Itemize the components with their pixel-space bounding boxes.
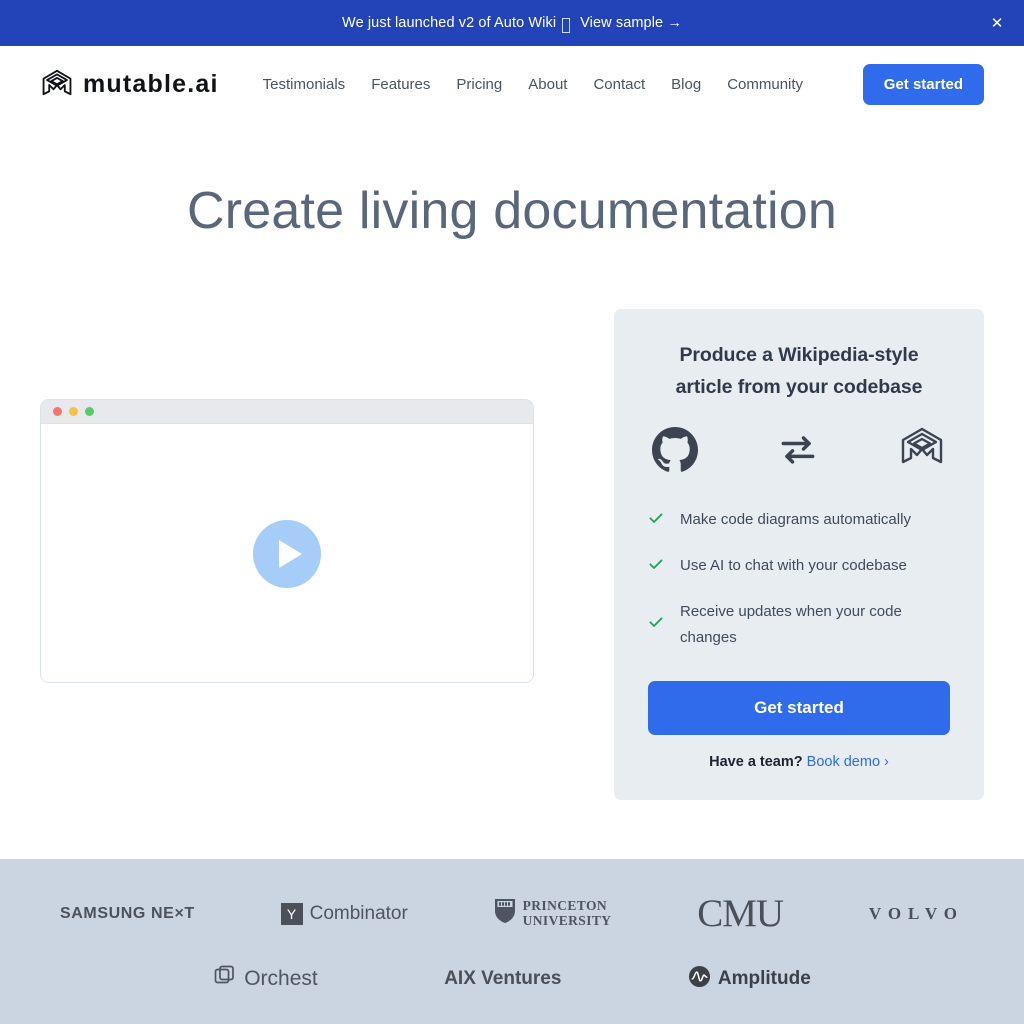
- card-title: Produce a Wikipedia-style article from y…: [648, 339, 950, 403]
- announcement-content: We just launched v2 of Auto Wiki View sa…: [342, 15, 682, 33]
- feature-label: Make code diagrams automatically: [680, 511, 911, 529]
- volvo-label: VOLVO: [868, 903, 964, 923]
- y-combinator-badge-icon: Y: [280, 902, 303, 925]
- list-item: Make code diagrams automatically: [648, 507, 950, 533]
- aix-ventures-label: AIX Ventures: [444, 967, 562, 989]
- brand-name: mutable.ai: [83, 70, 219, 98]
- traffic-light-red-icon: [53, 407, 62, 416]
- mock-browser-titlebar: [41, 400, 533, 424]
- nav-item-contact[interactable]: Contact: [593, 76, 645, 93]
- main-navigation: mutable.ai Testimonials Features Pricing…: [0, 46, 1024, 123]
- brand-logo[interactable]: mutable.ai: [40, 68, 219, 102]
- page-title: Create living documentation: [187, 182, 837, 240]
- logo-cmu: CMU: [697, 891, 784, 936]
- y-combinator-label: Combinator: [309, 902, 408, 924]
- integration-icons: [648, 425, 950, 473]
- nav-item-blog[interactable]: Blog: [671, 76, 701, 93]
- logo-princeton-university: PRINCETON UNIVERSITY: [494, 898, 612, 929]
- card-get-started-button[interactable]: Get started: [648, 680, 950, 735]
- hero-section: Produce a Wikipedia-style article from y…: [0, 309, 1024, 800]
- check-icon: [648, 556, 664, 577]
- logo-volvo: VOLVO: [869, 904, 964, 924]
- have-a-team-label: Have a team?: [709, 753, 803, 770]
- nav-item-pricing[interactable]: Pricing: [456, 76, 502, 93]
- cmu-label: CMU: [697, 892, 784, 935]
- signup-card: Produce a Wikipedia-style article from y…: [614, 309, 984, 800]
- nav-links: Testimonials Features Pricing About Cont…: [263, 76, 803, 93]
- feature-label: Receive updates when your code changes: [680, 602, 902, 646]
- video-column: [40, 309, 534, 683]
- samsung-next-label: SAMSUNG NE×T: [60, 904, 195, 922]
- nav-item-features[interactable]: Features: [371, 76, 430, 93]
- partner-logo-row-2: Orchest AIX Ventures Amplitude: [60, 964, 964, 993]
- nav-item-community[interactable]: Community: [727, 76, 803, 93]
- bidirectional-arrows-icon: [776, 427, 820, 471]
- feature-label: Use AI to chat with your codebase: [680, 557, 907, 575]
- close-icon[interactable]: ✕: [984, 10, 1010, 36]
- play-triangle-icon: [278, 539, 302, 568]
- orchest-label: Orchest: [244, 966, 318, 990]
- logo-aix-ventures: AIX Ventures: [444, 968, 561, 990]
- princeton-line2: UNIVERSITY: [522, 912, 612, 928]
- check-icon: [648, 614, 664, 635]
- traffic-light-green-icon: [85, 407, 94, 416]
- partner-logo-bar: SAMSUNG NE×T Y Combinator PRINCETON UNIV…: [0, 859, 1024, 1024]
- book-demo-link[interactable]: Book demo ›: [807, 754, 889, 770]
- video-player-mockup[interactable]: [40, 399, 534, 683]
- amplitude-waveform-icon: [688, 965, 711, 993]
- logo-amplitude: Amplitude: [688, 965, 811, 993]
- missing-glyph-box-icon: [562, 17, 571, 33]
- nav-item-about[interactable]: About: [528, 76, 567, 93]
- partner-logo-row-1: SAMSUNG NE×T Y Combinator PRINCETON UNIV…: [60, 891, 964, 936]
- nav-item-testimonials[interactable]: Testimonials: [263, 76, 346, 93]
- logo-orchest: Orchest: [213, 964, 318, 993]
- princeton-label: PRINCETON UNIVERSITY: [522, 897, 612, 928]
- list-item: Receive updates when your code changes: [648, 599, 950, 651]
- mutable-cube-logo-icon: [898, 425, 946, 473]
- list-item: Use AI to chat with your codebase: [648, 553, 950, 579]
- traffic-light-yellow-icon: [69, 407, 78, 416]
- card-title-line2: article from your codebase: [675, 376, 923, 399]
- nav-get-started-button[interactable]: Get started: [862, 64, 984, 105]
- orchest-squares-icon: [213, 964, 237, 993]
- card-title-line1: Produce a Wikipedia-style: [679, 344, 919, 366]
- logo-y-combinator: Y Combinator: [280, 902, 408, 925]
- video-canvas: [41, 425, 533, 682]
- princeton-shield-icon: [494, 898, 516, 929]
- logo-samsung-next: SAMSUNG NE×T: [60, 905, 195, 923]
- book-demo-row: Have a team? Book demo ›: [648, 754, 950, 770]
- announcement-banner: We just launched v2 of Auto Wiki View sa…: [0, 0, 1024, 46]
- view-sample-link[interactable]: View sample →: [580, 15, 682, 31]
- mutable-cube-logo-icon: [40, 68, 74, 102]
- github-icon: [652, 426, 698, 473]
- amplitude-label: Amplitude: [717, 967, 811, 989]
- princeton-line1: PRINCETON: [522, 897, 607, 913]
- feature-list: Make code diagrams automatically Use AI …: [648, 507, 950, 650]
- play-icon[interactable]: [253, 519, 321, 588]
- announcement-text: We just launched v2 of Auto Wiki: [342, 15, 557, 31]
- check-icon: [648, 510, 664, 531]
